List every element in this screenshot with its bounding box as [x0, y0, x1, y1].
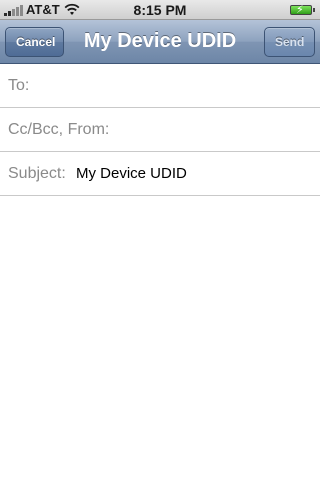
compose-mail-screen: AT&T 8:15 PM ⚡ Cancel My Device UDID Sen…	[0, 0, 320, 480]
status-time: 8:15 PM	[133, 2, 187, 18]
page-title: My Device UDID	[83, 30, 237, 52]
subject-label: Subject:	[8, 165, 66, 182]
navigation-bar: Cancel My Device UDID Send	[0, 20, 320, 64]
message-body[interactable]	[0, 196, 320, 480]
cc-bcc-from-label: Cc/Bcc, From:	[8, 121, 110, 138]
battery-charging-icon: ⚡	[290, 4, 315, 16]
cc-bcc-from-field[interactable]: Cc/Bcc, From:	[0, 108, 320, 152]
to-label: To:	[8, 77, 30, 94]
subject-value[interactable]: My Device UDID	[76, 152, 187, 196]
charging-bolt-icon: ⚡	[296, 4, 304, 16]
cancel-button[interactable]: Cancel	[5, 27, 64, 57]
subject-field[interactable]: Subject: My Device UDID	[0, 152, 320, 196]
send-button[interactable]: Send	[264, 27, 315, 57]
status-bar: AT&T 8:15 PM ⚡	[0, 0, 320, 20]
to-field[interactable]: To:	[0, 64, 320, 108]
